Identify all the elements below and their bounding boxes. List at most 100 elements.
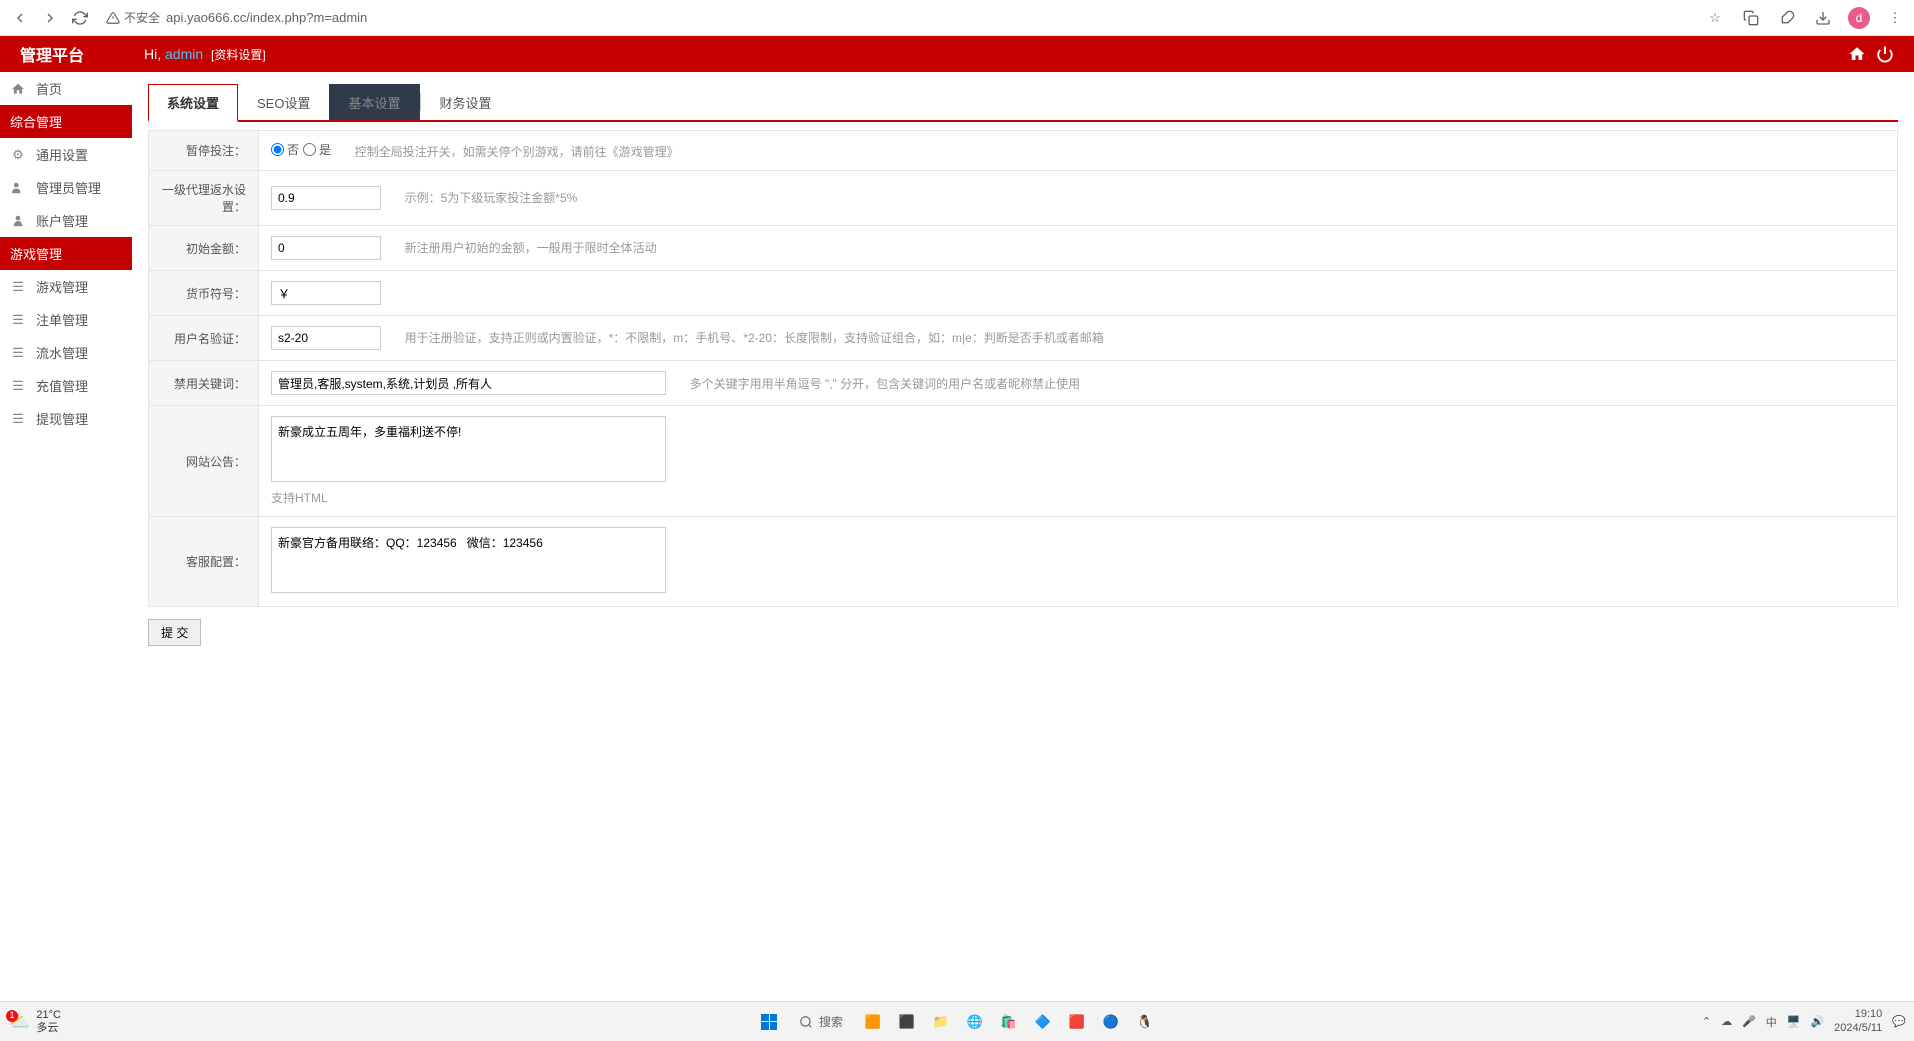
agent-rebate-hint: 示例：5为下级玩家投注金额*5% xyxy=(405,191,578,205)
announce-label: 网站公告： xyxy=(149,406,259,517)
hi-text: Hi, xyxy=(144,46,165,62)
radio-yes[interactable] xyxy=(303,143,316,156)
gear-icon: ⚙ xyxy=(10,147,26,163)
download-icon[interactable] xyxy=(1812,7,1834,29)
forward-button[interactable] xyxy=(38,6,62,30)
service-label: 客服配置： xyxy=(149,517,259,607)
tab-seo[interactable]: SEO设置 xyxy=(238,84,329,120)
start-button[interactable] xyxy=(755,1008,783,1036)
sidebar-item-label: 首页 xyxy=(36,79,62,98)
forbidden-hint: 多个关键字用用半角逗号 "," 分开，包含关键词的用户名或者昵称禁止使用 xyxy=(690,377,1081,391)
taskbar-search[interactable]: 搜索 xyxy=(789,1009,853,1034)
list-icon: ☰ xyxy=(10,378,26,394)
sidebar-item-withdraw[interactable]: ☰提现管理 xyxy=(0,402,132,435)
user-verify-label: 用户名验证： xyxy=(149,316,259,361)
init-amount-input[interactable] xyxy=(271,236,381,260)
radio-no[interactable] xyxy=(271,143,284,156)
taskbar-app-1[interactable]: 🟧 xyxy=(859,1008,887,1036)
taskbar-app-3[interactable]: 🔷 xyxy=(1029,1008,1057,1036)
tab-label: 财务设置 xyxy=(440,96,492,111)
tab-bar: 系统设置 SEO设置 基本设置 财务设置 xyxy=(148,84,1898,122)
back-button[interactable] xyxy=(8,6,32,30)
announce-textarea[interactable] xyxy=(271,416,666,482)
tab-label: 系统设置 xyxy=(167,96,219,111)
sidebar-item-label: 提现管理 xyxy=(36,409,88,428)
home-icon[interactable] xyxy=(1848,45,1866,63)
username[interactable]: admin xyxy=(165,46,203,62)
user-verify-input[interactable] xyxy=(271,326,381,350)
tab-label: 基本设置 xyxy=(348,96,400,111)
sidebar-item-admin[interactable]: 管理员管理 xyxy=(0,171,132,204)
sidebar-item-orders[interactable]: ☰注单管理 xyxy=(0,303,132,336)
agent-rebate-input[interactable] xyxy=(271,186,381,210)
sidebar-item-game-mgmt[interactable]: ☰游戏管理 xyxy=(0,270,132,303)
tray-notifications-icon[interactable]: 💬 xyxy=(1892,1015,1906,1028)
weather-desc: 多云 xyxy=(36,1022,61,1034)
forbidden-label: 禁用关键词： xyxy=(149,361,259,406)
pause-bet-hint: 控制全局投注开关，如需关停个别游戏，请前往《游戏管理》 xyxy=(355,145,679,159)
taskbar-clock[interactable]: 19:10 2024/5/11 xyxy=(1834,1008,1882,1034)
sidebar-header-general: 综合管理 xyxy=(0,105,132,138)
announce-hint: 支持HTML xyxy=(271,489,1885,506)
taskbar-explorer[interactable]: 📁 xyxy=(927,1008,955,1036)
tray-chevron-icon[interactable]: ⌃ xyxy=(1702,1015,1711,1028)
clock-date: 2024/5/11 xyxy=(1834,1022,1882,1035)
tray-cloud-icon[interactable]: ☁ xyxy=(1721,1015,1732,1028)
sidebar-item-accounts[interactable]: 账户管理 xyxy=(0,204,132,237)
sidebar-item-label: 充值管理 xyxy=(36,376,88,395)
taskbar-chrome[interactable]: 🔵 xyxy=(1097,1008,1125,1036)
weather-widget[interactable]: ⛅ 21°C 多云 xyxy=(8,1009,61,1033)
sidebar-item-home[interactable]: 首页 xyxy=(0,72,132,105)
taskbar-edge[interactable]: 🌐 xyxy=(961,1008,989,1036)
sidebar-header-label: 综合管理 xyxy=(10,112,62,131)
init-amount-hint: 新注册用户初始的金额，一般用于限时全体活动 xyxy=(405,241,657,255)
taskbar-store[interactable]: 🛍️ xyxy=(995,1008,1023,1036)
bookmark-star-icon[interactable]: ☆ xyxy=(1704,7,1726,29)
pause-bet-yes[interactable]: 是 xyxy=(303,141,331,158)
taskbar-app-5[interactable]: 🐧 xyxy=(1131,1008,1159,1036)
sidebar-item-flow[interactable]: ☰流水管理 xyxy=(0,336,132,369)
weather-icon: ⛅ xyxy=(8,1012,30,1032)
taskbar-app-2[interactable]: ⬛ xyxy=(893,1008,921,1036)
menu-icon[interactable]: ⋮ xyxy=(1884,7,1906,29)
settings-form: 暂停投注： 否 是 控制全局投注开关，如需关停个别游戏，请前往《游戏管理》 一级… xyxy=(148,130,1898,607)
greeting: Hi, admin [资料设置] xyxy=(144,46,266,63)
pause-bet-no[interactable]: 否 xyxy=(271,141,299,158)
refresh-button[interactable] xyxy=(68,6,92,30)
currency-label: 货币符号： xyxy=(149,271,259,316)
user-verify-hint: 用于注册验证，支持正则或内置验证，*：不限制，m：手机号、*2-20：长度限制，… xyxy=(405,331,1104,345)
users-icon xyxy=(10,181,26,195)
extensions-icon[interactable] xyxy=(1776,7,1798,29)
windows-taskbar: ⛅ 21°C 多云 搜索 🟧 ⬛ 📁 🌐 🛍️ 🔷 🟥 🔵 🐧 ⌃ ☁ 🎤 中 … xyxy=(0,1001,1914,1041)
security-chip: 不安全 xyxy=(106,9,160,26)
currency-input[interactable] xyxy=(271,281,381,305)
sidebar-item-recharge[interactable]: ☰ 充值管理 xyxy=(0,369,132,402)
submit-button[interactable]: 提 交 xyxy=(148,619,201,646)
home-icon xyxy=(10,82,26,96)
tab-finance[interactable]: 财务设置 xyxy=(421,84,511,120)
app-header: 管理平台 Hi, admin [资料设置] xyxy=(0,36,1914,72)
sidebar-header-label: 游戏管理 xyxy=(10,244,62,263)
temperature: 21°C xyxy=(36,1009,61,1021)
tab-system[interactable]: 系统设置 xyxy=(148,84,238,122)
copy-icon[interactable] xyxy=(1740,7,1762,29)
address-bar[interactable]: 不安全 api.yao666.cc/index.php?m=admin xyxy=(106,9,367,26)
pause-bet-label: 暂停投注： xyxy=(149,131,259,171)
ime-indicator[interactable]: 中 xyxy=(1766,1014,1777,1030)
agent-rebate-label: 一级代理返水设置： xyxy=(149,171,259,226)
search-placeholder: 搜索 xyxy=(819,1013,843,1030)
power-icon[interactable] xyxy=(1876,45,1894,63)
tray-mic-icon[interactable]: 🎤 xyxy=(1742,1015,1756,1028)
tray-volume-icon[interactable]: 🔊 xyxy=(1810,1015,1824,1028)
forbidden-input[interactable] xyxy=(271,371,666,395)
sidebar-item-general-settings[interactable]: ⚙通用设置 xyxy=(0,138,132,171)
list-icon: ☰ xyxy=(10,345,26,361)
tab-basic[interactable]: 基本设置 xyxy=(329,84,419,120)
user-icon xyxy=(10,214,26,228)
taskbar-app-4[interactable]: 🟥 xyxy=(1063,1008,1091,1036)
profile-avatar[interactable]: d xyxy=(1848,7,1870,29)
tray-network-icon[interactable]: 🖥️ xyxy=(1787,1015,1801,1028)
url-text: api.yao666.cc/index.php?m=admin xyxy=(166,10,367,25)
service-textarea[interactable] xyxy=(271,527,666,593)
search-icon xyxy=(799,1015,813,1029)
